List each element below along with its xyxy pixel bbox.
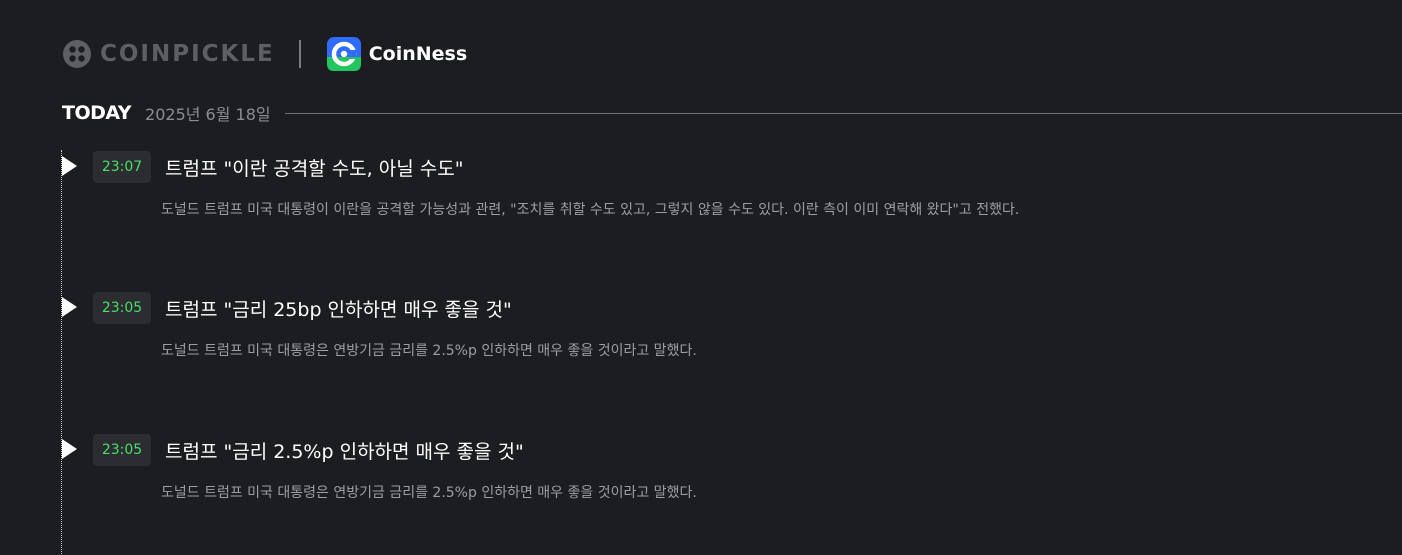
coinness-logo-icon xyxy=(326,37,361,71)
logo-divider xyxy=(298,40,301,68)
coinpickle-logo-text: COINPICKLE xyxy=(100,41,275,67)
time-badge: 23:07 xyxy=(93,151,151,183)
today-divider xyxy=(284,112,1402,114)
time-badge: 23:05 xyxy=(93,292,151,324)
news-headline[interactable]: 트럼프 "금리 25bp 인하하면 매우 좋을 것" xyxy=(165,295,512,322)
today-date: 2025년 6월 18일 xyxy=(145,105,271,124)
news-headline[interactable]: 트럼프 "금리 2.5%p 인하하면 매우 좋을 것" xyxy=(165,437,524,464)
today-header: TODAY 2025년 6월 18일 xyxy=(62,100,1402,126)
timeline-line xyxy=(61,150,62,555)
coinpickle-logo-icon xyxy=(63,40,91,68)
play-arrow-icon xyxy=(62,297,77,317)
news-summary: 도널드 트럼프 미국 대통령은 연방기금 금리를 2.5%p 인하하면 매우 좋… xyxy=(161,343,697,359)
news-summary: 도널드 트럼프 미국 대통령은 연방기금 금리를 2.5%p 인하하면 매우 좋… xyxy=(161,485,697,501)
coinness-logo[interactable]: CoinNess xyxy=(326,37,468,71)
news-page: COINPICKLE CoinNess TODAY 2025년 6월 18일 2… xyxy=(0,0,1402,555)
today-label: TODAY xyxy=(62,102,132,124)
time-badge: 23:05 xyxy=(93,434,151,466)
play-arrow-icon xyxy=(62,439,77,459)
news-headline[interactable]: 트럼프 "이란 공격할 수도, 아닐 수도" xyxy=(165,154,463,181)
play-arrow-icon xyxy=(62,156,77,176)
coinness-logo-text: CoinNess xyxy=(368,43,468,65)
header-logos: COINPICKLE CoinNess xyxy=(62,36,467,72)
news-summary: 도널드 트럼프 미국 대통령이 이란을 공격할 가능성과 관련, "조치를 취할… xyxy=(161,202,1020,218)
coinpickle-logo[interactable]: COINPICKLE xyxy=(62,39,275,69)
